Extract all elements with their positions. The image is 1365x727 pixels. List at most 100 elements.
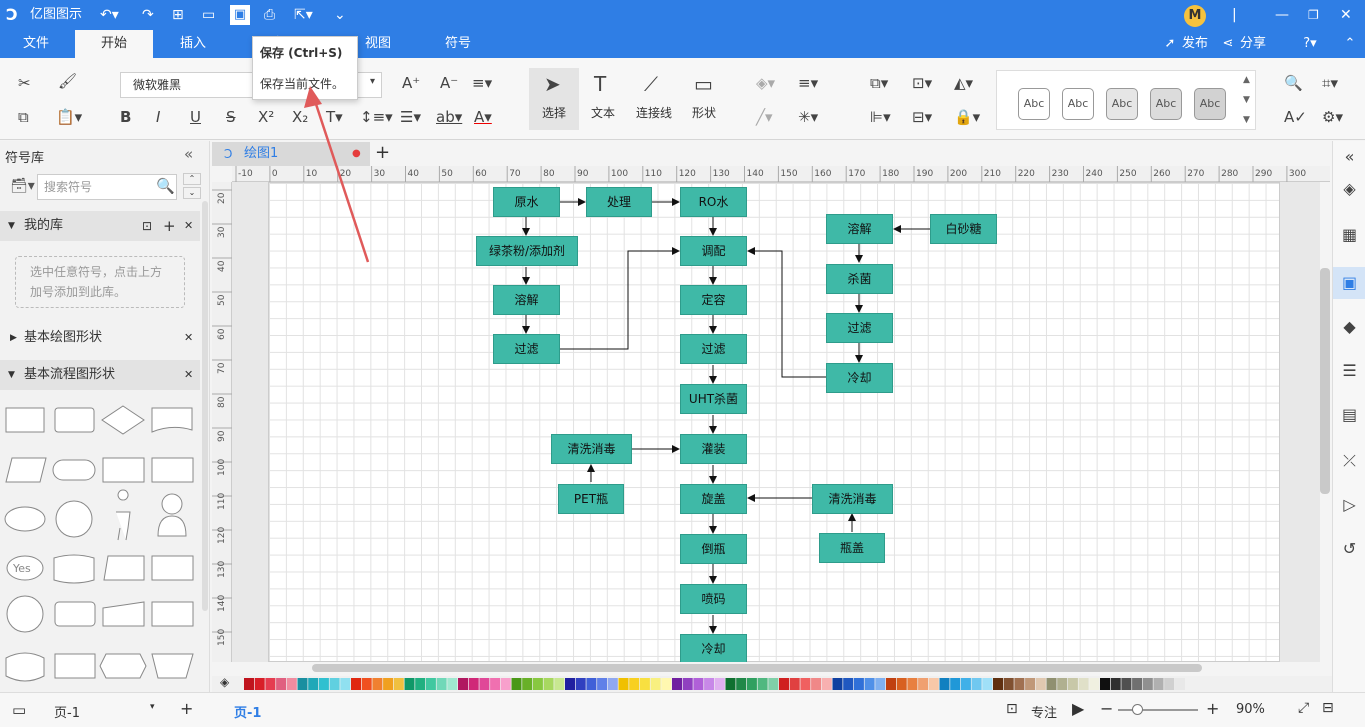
close-section-icon[interactable]: ✕ bbox=[184, 211, 193, 241]
shape-storage[interactable] bbox=[54, 601, 96, 627]
shape-tool-label[interactable]: 形状 bbox=[686, 104, 722, 121]
avatar[interactable]: M bbox=[1184, 5, 1206, 27]
copy-icon[interactable]: ⧉ bbox=[18, 108, 29, 126]
tab-symbol[interactable]: 符号 bbox=[428, 30, 488, 58]
color-swatch[interactable] bbox=[993, 678, 1003, 690]
zoom-in-icon[interactable]: + bbox=[1206, 699, 1219, 718]
page-tab[interactable]: 页-1 bbox=[234, 702, 261, 721]
shape-tape[interactable] bbox=[5, 652, 45, 682]
fit-page-icon[interactable]: ⤢ bbox=[1298, 700, 1309, 716]
page-list-icon[interactable]: ▭ bbox=[12, 701, 26, 719]
restore-icon[interactable]: ❐ bbox=[1308, 0, 1319, 30]
publish-button[interactable]: 发布 bbox=[1180, 30, 1210, 58]
gallery-down-icon[interactable]: ▼ bbox=[1243, 95, 1250, 105]
shape-card[interactable] bbox=[151, 555, 194, 581]
color-swatch[interactable] bbox=[597, 678, 608, 690]
flow-node[interactable]: 溶解 bbox=[493, 285, 560, 315]
shape-connector[interactable] bbox=[6, 595, 44, 633]
focus-mode-button[interactable]: 专注 bbox=[1031, 702, 1057, 721]
panel-scrollbar[interactable] bbox=[202, 201, 208, 611]
color-swatch[interactable] bbox=[661, 678, 672, 690]
color-swatch[interactable] bbox=[896, 678, 907, 690]
play-icon[interactable]: ▶ bbox=[1072, 699, 1084, 718]
color-swatch[interactable] bbox=[875, 678, 886, 690]
color-swatch[interactable] bbox=[393, 678, 404, 690]
search-icon[interactable]: 🔍 bbox=[156, 177, 175, 195]
layers-icon[interactable]: ◆ bbox=[1333, 317, 1365, 336]
color-swatch[interactable] bbox=[565, 678, 575, 690]
color-swatch[interactable] bbox=[1100, 678, 1110, 690]
shape-alt-process[interactable] bbox=[54, 407, 95, 433]
flow-node[interactable]: 过滤 bbox=[680, 334, 747, 364]
flow-node[interactable]: PET瓶 bbox=[558, 484, 624, 514]
fill-icon[interactable]: ◈▾ bbox=[756, 74, 775, 92]
share-button[interactable]: 分享 bbox=[1238, 30, 1268, 58]
underline-icon[interactable]: U bbox=[190, 108, 201, 126]
shape-manual-input[interactable] bbox=[102, 601, 145, 627]
more-icon[interactable]: ⌄ bbox=[334, 0, 346, 30]
add-page-icon[interactable]: + bbox=[180, 699, 193, 718]
color-swatch[interactable] bbox=[960, 678, 971, 690]
save-icon[interactable]: ▣ bbox=[230, 5, 250, 25]
color-swatch[interactable] bbox=[340, 678, 351, 690]
color-swatch[interactable] bbox=[704, 678, 715, 690]
flow-node[interactable]: 杀菌 bbox=[826, 264, 893, 294]
flow-node[interactable]: 处理 bbox=[586, 187, 652, 217]
flow-node[interactable]: 瓶盖 bbox=[819, 533, 885, 563]
color-swatch[interactable] bbox=[1164, 678, 1175, 690]
publish-icon[interactable]: ➚ bbox=[1160, 30, 1180, 58]
list-icon[interactable]: ☰▾ bbox=[400, 108, 421, 126]
canvas-vertical-scrollbar[interactable] bbox=[1320, 268, 1330, 494]
color-swatch[interactable] bbox=[361, 678, 372, 690]
flow-node[interactable]: 倒瓶 bbox=[680, 534, 747, 564]
color-swatch[interactable] bbox=[244, 678, 254, 690]
color-swatch[interactable] bbox=[575, 678, 586, 690]
color-swatch[interactable] bbox=[843, 678, 854, 690]
color-swatch[interactable] bbox=[425, 678, 436, 690]
color-swatch[interactable] bbox=[1132, 678, 1143, 690]
tab-home[interactable]: 开始 bbox=[75, 30, 153, 58]
shape-process[interactable] bbox=[5, 407, 45, 433]
font-color-icon[interactable]: A▾ bbox=[474, 108, 492, 126]
color-swatch[interactable] bbox=[383, 678, 394, 690]
section-my-library[interactable]: ▼ 我的库 ⊡ + ✕ bbox=[0, 211, 200, 241]
color-swatch[interactable] bbox=[554, 678, 565, 690]
color-swatch[interactable] bbox=[522, 678, 533, 690]
share-icon[interactable]: ⋖ bbox=[1218, 30, 1238, 58]
shuffle-icon[interactable]: ⤫ bbox=[1333, 451, 1365, 471]
page-panel-icon[interactable]: ☰ bbox=[1333, 361, 1365, 380]
flow-node[interactable]: 定容 bbox=[680, 285, 747, 315]
settings-icon[interactable]: ⚙▾ bbox=[1322, 108, 1343, 126]
grid-panel-icon[interactable]: ▦ bbox=[1333, 225, 1365, 244]
scroll-down-icon[interactable]: ⌄ bbox=[183, 187, 201, 199]
color-swatch[interactable] bbox=[276, 678, 287, 690]
shape-tool-icon[interactable]: ▭ bbox=[694, 72, 713, 96]
flow-node[interactable]: 灌装 bbox=[680, 434, 747, 464]
shape-manual-op[interactable] bbox=[103, 555, 145, 581]
color-swatch[interactable] bbox=[329, 678, 340, 690]
tab-file[interactable]: 文件 bbox=[6, 30, 66, 58]
zoom-level[interactable]: 90% bbox=[1236, 702, 1265, 717]
color-swatch[interactable] bbox=[1089, 678, 1100, 690]
color-swatch[interactable] bbox=[682, 678, 693, 690]
flow-node[interactable]: 清洗消毒 bbox=[812, 484, 893, 514]
shape-user[interactable] bbox=[157, 493, 187, 537]
flow-node[interactable]: 过滤 bbox=[826, 313, 893, 343]
color-swatch[interactable] bbox=[800, 678, 811, 690]
history-icon[interactable]: ↺ bbox=[1333, 539, 1365, 558]
color-swatch[interactable] bbox=[1014, 678, 1025, 690]
import-icon[interactable]: ⊡ bbox=[142, 211, 152, 241]
flow-node[interactable]: RO水 bbox=[680, 187, 747, 217]
style-preset-2[interactable]: Abc bbox=[1062, 88, 1094, 120]
color-swatch[interactable] bbox=[629, 678, 640, 690]
color-swatch[interactable] bbox=[607, 678, 618, 690]
undo-icon[interactable]: ↶▾ bbox=[100, 0, 119, 30]
strikethrough-icon[interactable]: S bbox=[226, 108, 236, 126]
color-swatch[interactable] bbox=[950, 678, 961, 690]
redo-icon[interactable]: ↷ bbox=[142, 0, 154, 30]
shape-display[interactable] bbox=[151, 601, 194, 627]
collapse-panel-icon[interactable]: « bbox=[184, 145, 193, 163]
color-swatch[interactable] bbox=[853, 678, 864, 690]
page-dropdown-icon[interactable]: ▾ bbox=[150, 702, 155, 712]
gallery-up-icon[interactable]: ▲ bbox=[1243, 75, 1250, 85]
